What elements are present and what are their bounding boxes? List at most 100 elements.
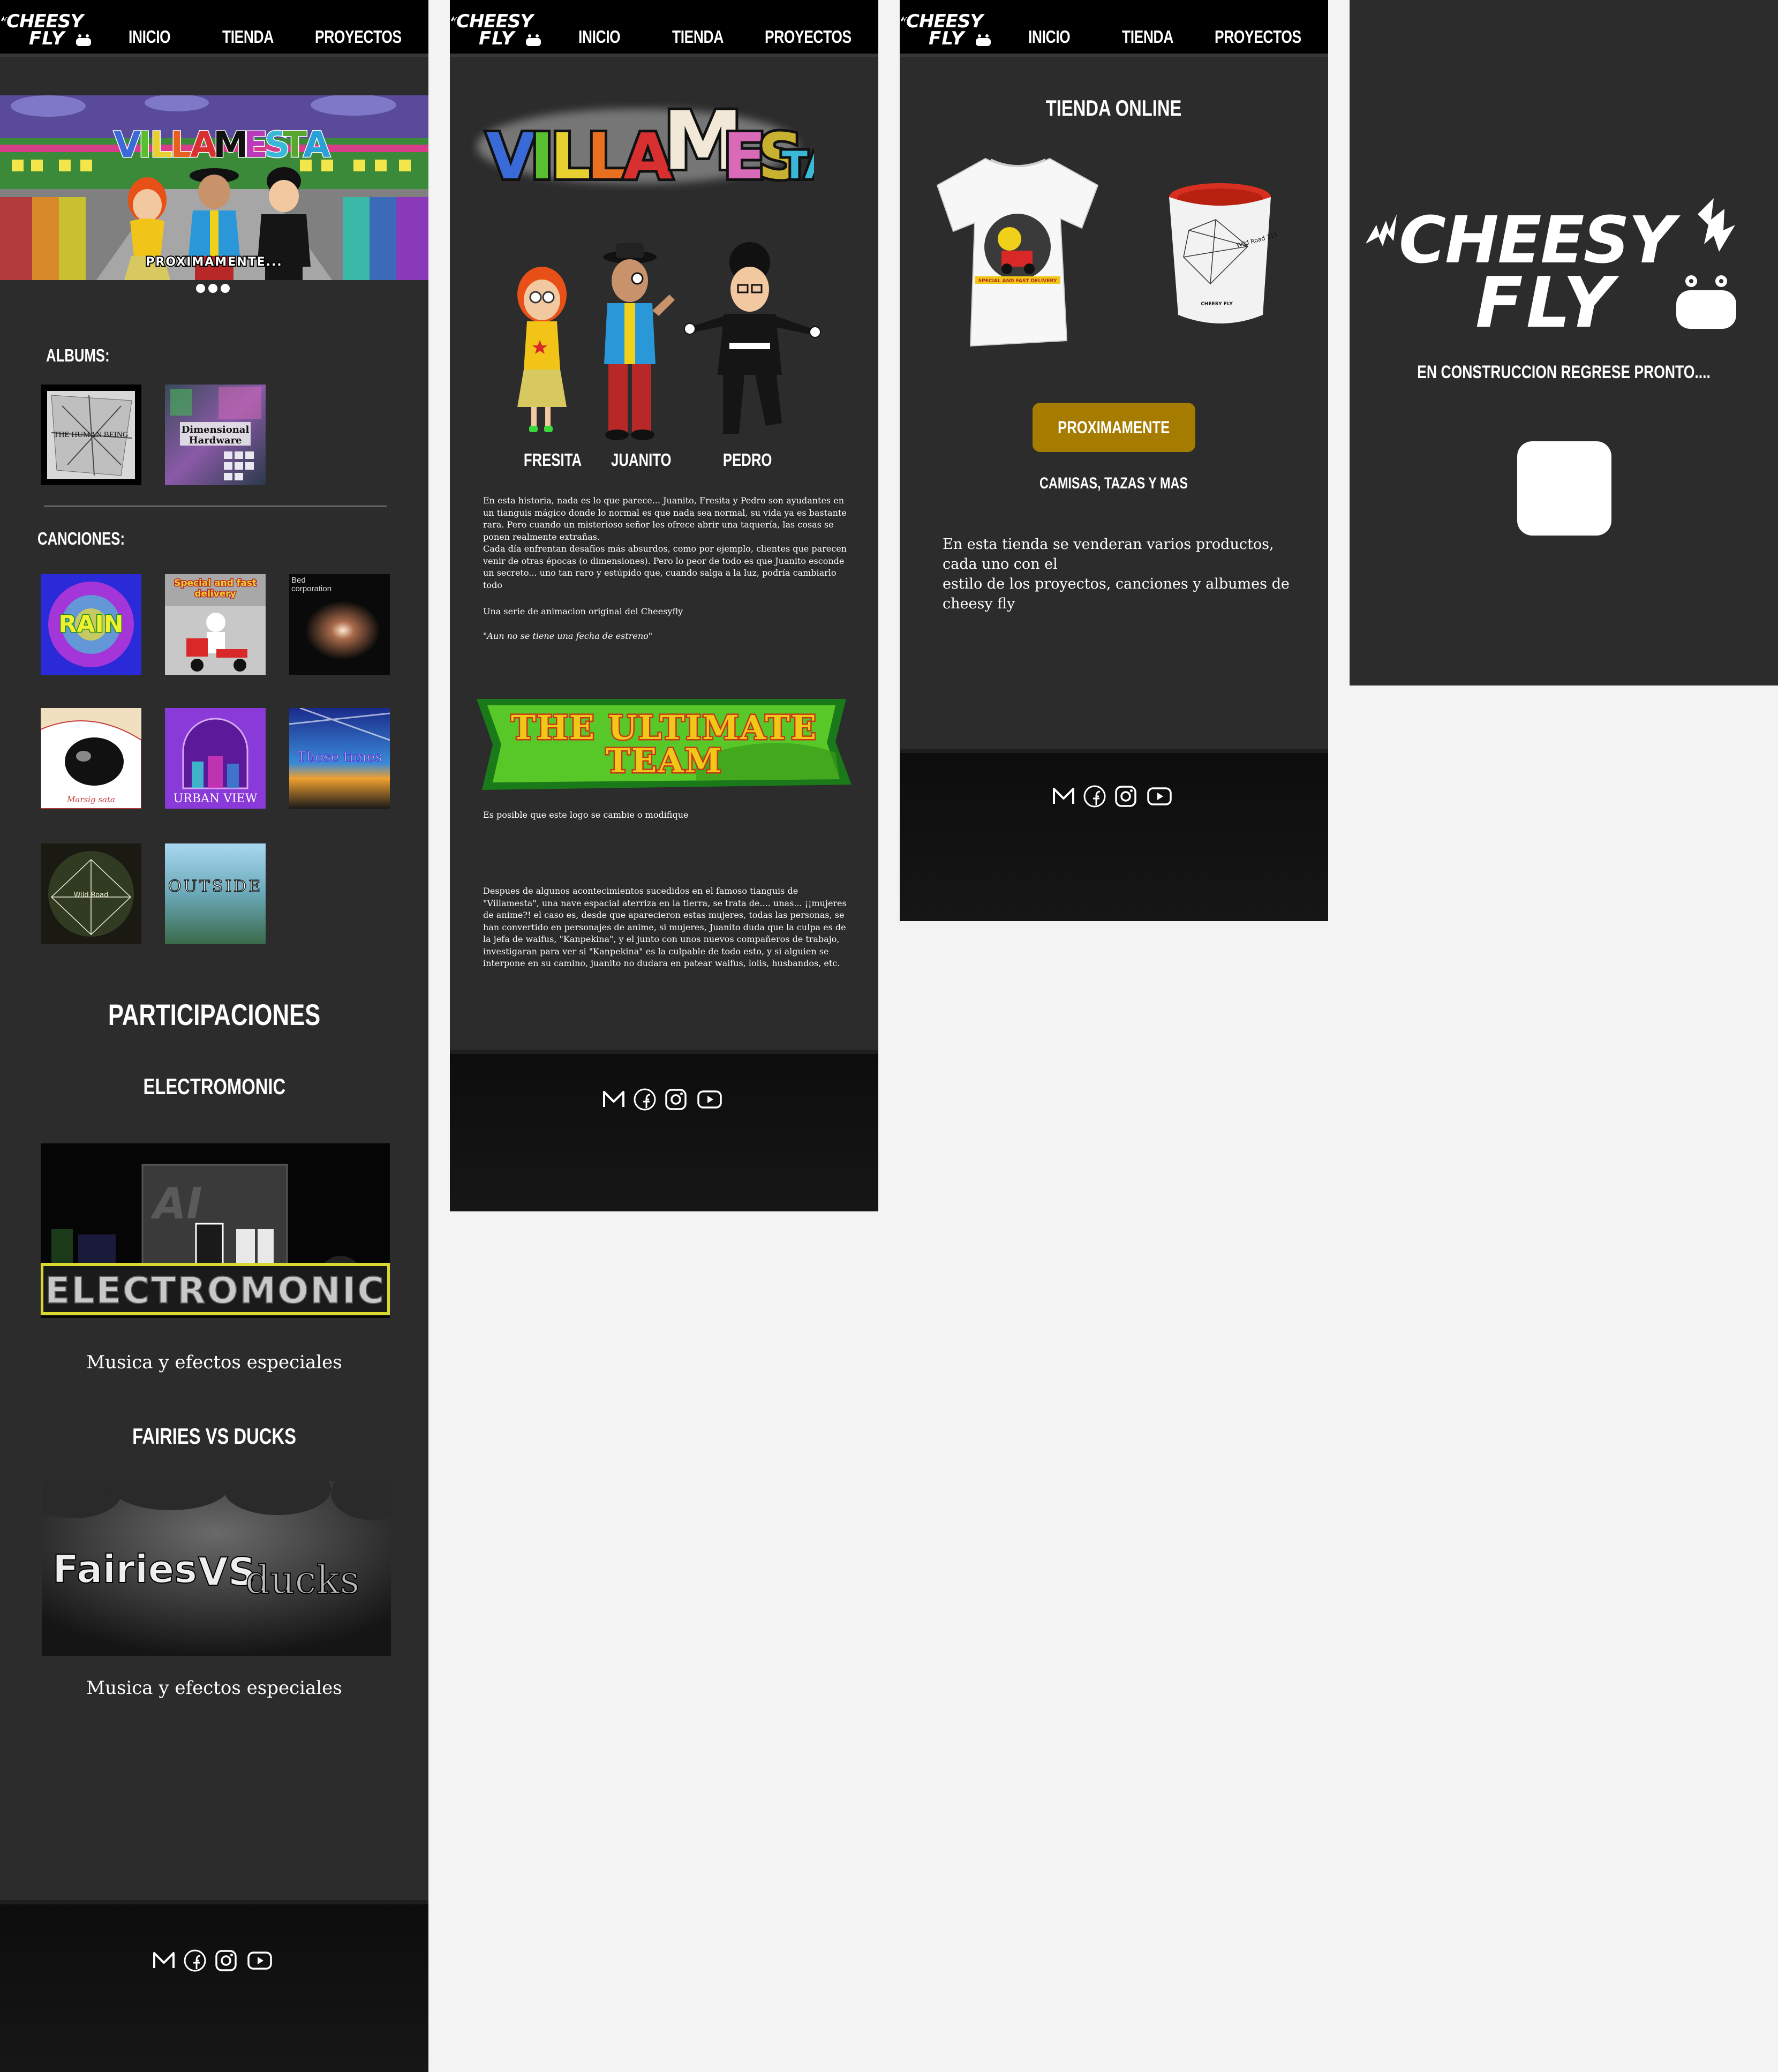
facebook-icon[interactable] (1082, 783, 1108, 809)
svg-text:L: L (170, 124, 193, 165)
album-dimensional-hardware[interactable]: Dimensional Hardware (165, 385, 266, 485)
series-note: Una serie de animacion original del Chee… (483, 606, 683, 616)
carousel-dot-2[interactable] (208, 284, 217, 293)
brand-logo[interactable]: CHEESY FLY (451, 12, 543, 49)
coming-soon-button[interactable]: PROXIMAMENTE (1033, 403, 1195, 452)
home-screen: CHEESY FLY INICIO TIENDA PROYECTOS V I L… (0, 0, 428, 2072)
char-label-pedro: PEDRO (722, 450, 772, 470)
char-label-fresita: FRESITA (523, 450, 582, 470)
brand-line2: FLY (479, 28, 515, 49)
svg-text:ducks: ducks (245, 1557, 359, 1602)
carousel-dots[interactable] (196, 284, 233, 295)
hero-carousel[interactable]: VILLA MESTA PROXIMAMENTE... (0, 95, 428, 280)
song-those-times[interactable]: Those times (289, 708, 390, 809)
svg-text:M: M (213, 124, 248, 165)
participations-heading: PARTICIPACIONES (108, 998, 321, 1031)
song-urban-view[interactable]: URBAN VIEW (165, 708, 266, 809)
tshirt-product[interactable]: SPECIAL AND FAST DELIVERY (926, 148, 1109, 351)
team-story-paragraph: Despues de algunos acontecimientos suced… (483, 886, 847, 968)
song-wild-road[interactable]: Wild Road (41, 843, 141, 944)
fly-icon (976, 34, 991, 46)
store-description: En esta tienda se venderan varios produc… (943, 536, 1290, 612)
social-links (151, 1947, 280, 1974)
svg-text:Wild Road: Wild Road (74, 891, 109, 899)
song-marsig-sata[interactable]: Marsig sata (41, 708, 141, 809)
projects-screen: CHEESY FLY INICIO TIENDA PROYECTOS VILLA… (450, 0, 878, 1211)
nav-inicio[interactable]: INICIO (129, 27, 171, 47)
song-title: OUTSIDE (168, 877, 262, 896)
cheesyfly-logo: CHEESY FLY (1366, 193, 1751, 343)
nav-inicio[interactable]: INICIO (1028, 27, 1071, 47)
songs-heading: CANCIONES: (37, 529, 125, 548)
svg-text:TA: TA (782, 144, 814, 187)
svg-text:L: L (150, 124, 172, 165)
svg-text:Dimensional: Dimensional (182, 424, 250, 435)
carousel-dot-3[interactable] (221, 284, 230, 293)
electromonic-caption: Musica y efectos especiales (86, 1352, 342, 1373)
nav-inicio[interactable]: INICIO (578, 27, 621, 47)
nav-tienda[interactable]: TIENDA (1122, 27, 1173, 47)
villamesta-hero-image: VILLA MESTA PROXIMAMENTE... (0, 95, 428, 280)
svg-text:ELECTROMONIC: ELECTROMONIC (45, 1270, 386, 1312)
nav-proyectos[interactable]: PROYECTOS (1215, 27, 1301, 47)
song-rain[interactable]: RAIN (41, 574, 141, 675)
mug-product[interactable]: Wild Road 315 CHEESY FLY (1157, 177, 1285, 332)
fly-icon (526, 34, 541, 46)
song-title: URBAN VIEW (174, 792, 258, 805)
instagram-icon[interactable] (213, 1948, 239, 1973)
svg-text:V: V (486, 119, 535, 193)
svg-text:Bed: Bed (291, 576, 306, 585)
release-note: "Aun no se tiene una fecha de estreno" (483, 631, 653, 641)
story-paragraph-2: Cada día enfrentan desafíos más absurdos… (483, 544, 847, 590)
social-links (601, 1086, 729, 1113)
ultimate-team-logo: THE ULTIMATE TEAM (471, 694, 857, 795)
youtube-icon[interactable] (1144, 783, 1175, 809)
svg-text:SPECIAL AND FAST DELIVERY: SPECIAL AND FAST DELIVERY (978, 278, 1057, 284)
fly-icon (76, 34, 91, 46)
nav-tienda[interactable]: TIENDA (222, 27, 274, 47)
fairies-vs-ducks-banner[interactable]: Fairies VS ducks (26, 1462, 417, 1656)
svg-text:Hardware: Hardware (189, 435, 242, 446)
svg-text:V: V (114, 124, 141, 165)
hero-caption: PROXIMAMENTE... (146, 255, 283, 269)
nav-proyectos[interactable]: PROYECTOS (765, 27, 852, 47)
nav-proyectos[interactable]: PROYECTOS (315, 27, 402, 47)
store-title: TIENDA ONLINE (1046, 95, 1182, 120)
store-subtitle: CAMISAS, TAZAS Y MAS (1039, 474, 1188, 492)
facebook-icon[interactable] (632, 1087, 658, 1112)
instagram-icon[interactable] (1113, 783, 1139, 809)
instagram-icon[interactable] (663, 1087, 689, 1112)
album-the-human-being[interactable]: THE HUMAN BEING (41, 385, 141, 485)
svg-text:Special and fast: Special and fast (174, 578, 257, 589)
albums-heading: ALBUMS: (46, 345, 110, 365)
brand-logo[interactable]: CHEESY FLY (1, 12, 93, 49)
youtube-icon[interactable] (244, 1948, 275, 1973)
svg-text:I: I (138, 124, 152, 165)
characters-illustration (482, 236, 846, 450)
fairies-caption: Musica y efectos especiales (86, 1677, 342, 1699)
song-special-and-fast-delivery[interactable]: Special and fast delivery (165, 574, 266, 675)
brand-line2: FLY (29, 28, 65, 49)
svg-text:L: L (587, 119, 627, 193)
carousel-dot-1[interactable] (196, 284, 205, 293)
svg-text:Fairies: Fairies (52, 1547, 197, 1592)
mail-icon[interactable] (601, 1087, 627, 1112)
store-screen: CHEESY FLY INICIO TIENDA PROYECTOS TIEND… (900, 0, 1328, 921)
song-outside[interactable]: OUTSIDE (165, 843, 266, 944)
svg-text:A: A (303, 124, 330, 165)
song-bed-corporation[interactable]: Bed corporation (289, 574, 390, 675)
svg-text:delivery: delivery (194, 589, 236, 599)
mail-icon[interactable] (151, 1948, 177, 1973)
album-title: THE HUMAN BEING (54, 431, 128, 439)
youtube-icon[interactable] (694, 1087, 725, 1112)
top-nav: CHEESY FLY INICIO TIENDA PROYECTOS (450, 0, 878, 57)
facebook-icon[interactable] (182, 1948, 208, 1973)
brand-logo[interactable]: CHEESY FLY (901, 12, 993, 49)
footer (900, 749, 1328, 921)
team-logo-note: Es posible que este logo se cambie o mod… (483, 810, 689, 820)
svg-text:corporation: corporation (291, 584, 332, 593)
svg-text:L: L (551, 119, 591, 193)
nav-tienda[interactable]: TIENDA (672, 27, 724, 47)
mail-icon[interactable] (1051, 783, 1076, 809)
electromonic-banner[interactable]: AI ELECTROMONIC (40, 1143, 390, 1318)
